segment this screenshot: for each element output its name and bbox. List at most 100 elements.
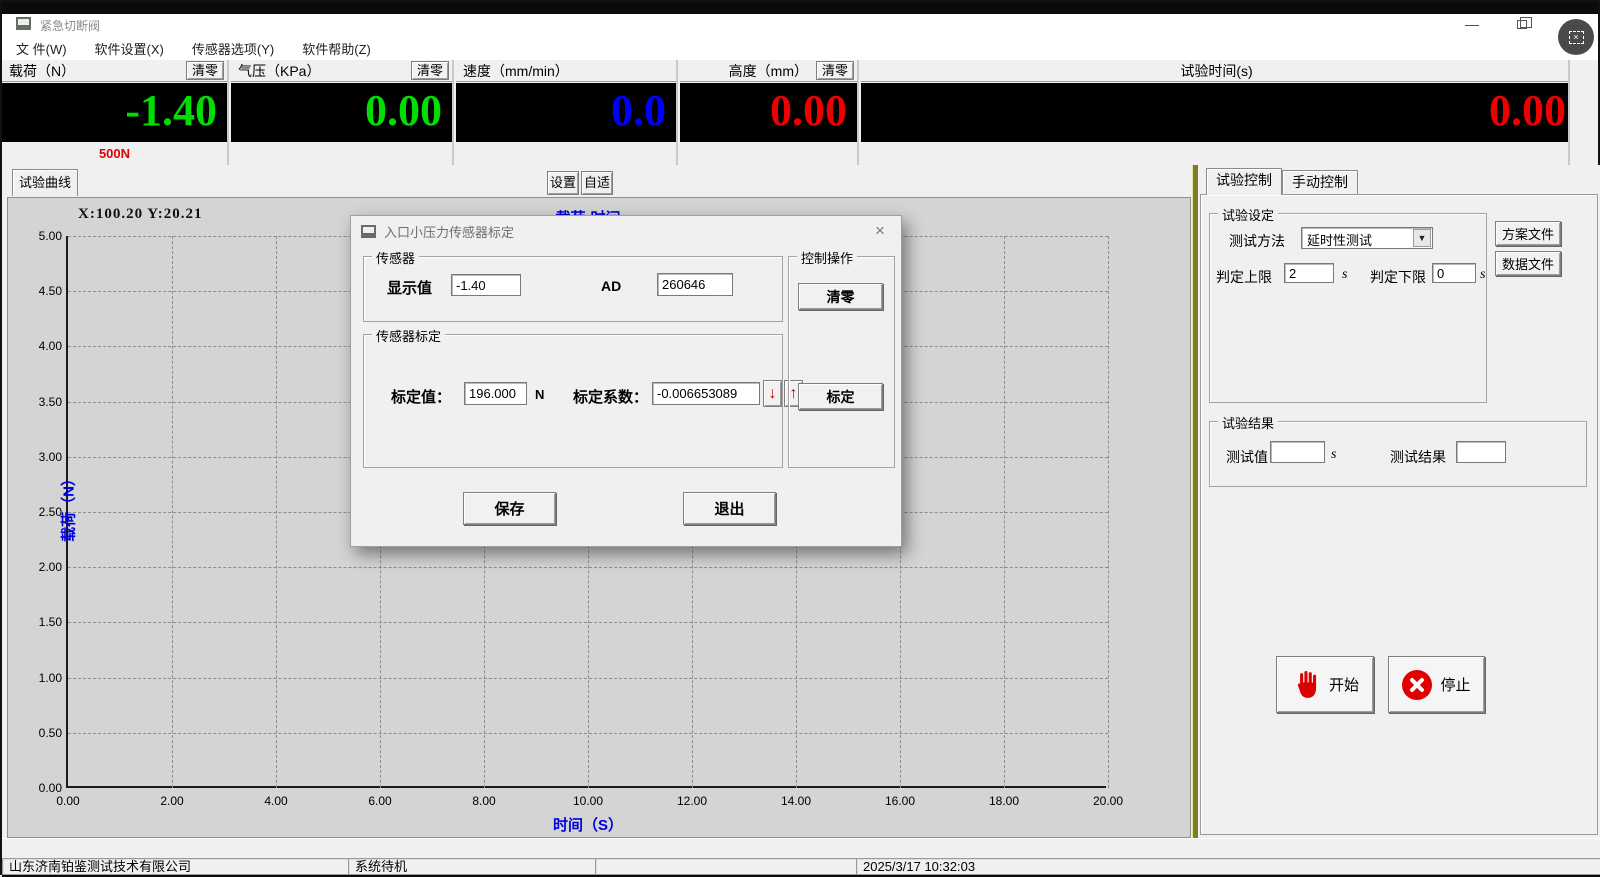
save-button[interactable]: 保存 bbox=[463, 492, 556, 525]
screen-capture-badge[interactable]: × bbox=[1558, 19, 1594, 55]
gauge-height-zero-button[interactable]: 清零 bbox=[816, 61, 854, 80]
y-tick-label: 5.00 bbox=[2, 229, 62, 243]
gauge-load-range: 500N bbox=[2, 143, 227, 165]
coef-decrease-button[interactable]: ↓ bbox=[763, 380, 782, 407]
cal-unit-label: N bbox=[535, 387, 544, 402]
cal-value-input[interactable] bbox=[464, 382, 527, 405]
plan-file-button[interactable]: 方案文件 bbox=[1495, 221, 1561, 246]
minimize-button[interactable]: — bbox=[1457, 15, 1487, 35]
gauge-speed-label: 速度（mm/min） bbox=[463, 61, 673, 81]
tab-test-control[interactable]: 试验控制 bbox=[1206, 168, 1282, 195]
gauge-speed-sub bbox=[456, 143, 676, 165]
gauge-pressure-sub bbox=[231, 143, 452, 165]
v-gridline bbox=[1108, 236, 1109, 788]
gauge-speed: 速度（mm/min） 0.0 bbox=[456, 60, 678, 165]
lower-limit-unit: s bbox=[1480, 267, 1485, 283]
gauge-pressure-value: 0.00 bbox=[231, 83, 452, 142]
y-tick-label: 2.50 bbox=[2, 505, 62, 519]
tab-test-curve[interactable]: 试验曲线 bbox=[12, 169, 78, 196]
test-result-input[interactable] bbox=[1456, 441, 1506, 463]
chart-autofit-button[interactable]: 自适 bbox=[581, 171, 613, 195]
dialog-titlebar: 入口小压力传感器标定 × bbox=[351, 216, 901, 246]
stop-button[interactable]: 停止 bbox=[1388, 656, 1485, 713]
gauge-pressure-zero-button[interactable]: 清零 bbox=[411, 61, 449, 80]
lower-limit-input[interactable] bbox=[1432, 263, 1476, 283]
window-title: 紧急切断阀 bbox=[40, 17, 100, 34]
group-test-settings-title: 试验设定 bbox=[1218, 205, 1278, 224]
upper-limit-unit: s bbox=[1342, 267, 1347, 283]
control-panel: 试验控制 手动控制 试验设定 测试方法 延时性测试 ▼ 方案文件 数据文件 判定… bbox=[1198, 165, 1600, 838]
start-button[interactable]: 开始 bbox=[1276, 656, 1374, 713]
gauge-height-value: 0.00 bbox=[680, 83, 857, 142]
cal-value-label: 标定值： bbox=[391, 386, 451, 407]
dialog-icon bbox=[361, 225, 376, 238]
app-icon bbox=[16, 17, 31, 30]
data-file-button[interactable]: 数据文件 bbox=[1495, 251, 1561, 276]
gauge-load-zero-button[interactable]: 清零 bbox=[186, 61, 224, 80]
curve-tabbar: 试验曲线 设置 自适 bbox=[2, 165, 1192, 197]
v-gridline bbox=[1004, 236, 1005, 788]
dialog-zero-button[interactable]: 清零 bbox=[798, 283, 883, 310]
coef-input[interactable] bbox=[652, 382, 760, 405]
menu-item-software-help[interactable]: 软件帮助(Z) bbox=[302, 39, 371, 58]
status-spare bbox=[595, 858, 856, 875]
y-tick-label: 4.50 bbox=[2, 284, 62, 298]
x-tick-label: 10.00 bbox=[558, 794, 618, 808]
display-value-input[interactable] bbox=[451, 274, 521, 296]
x-tick-label: 18.00 bbox=[974, 794, 1034, 808]
x-tick-label: 0.00 bbox=[38, 794, 98, 808]
test-value-input[interactable] bbox=[1270, 441, 1325, 463]
display-value-label: 显示值 bbox=[387, 277, 432, 298]
statusbar-gap bbox=[2, 838, 1600, 858]
status-company: 山东济南铂鉴测试技术有限公司 bbox=[2, 858, 348, 875]
gauge-strip: 载荷（N） 清零 -1.40 500N 气压（KPa） 清零 0.00 速度（m… bbox=[2, 60, 1600, 165]
restore-button[interactable] bbox=[1507, 15, 1537, 35]
group-sensor-calibration-title: 传感器标定 bbox=[372, 326, 445, 345]
stop-icon bbox=[1402, 670, 1432, 700]
test-control-tab-content: 试验设定 测试方法 延时性测试 ▼ 方案文件 数据文件 判定上限 s 判定下限 … bbox=[1200, 194, 1598, 835]
restore-icon bbox=[1517, 20, 1527, 29]
lower-limit-label: 判定下限 bbox=[1370, 267, 1426, 287]
x-tick-label: 12.00 bbox=[662, 794, 722, 808]
y-tick-label: 4.00 bbox=[2, 339, 62, 353]
x-tick-label: 6.00 bbox=[350, 794, 410, 808]
gauge-speed-value: 0.0 bbox=[456, 83, 676, 142]
ad-value-input[interactable] bbox=[657, 273, 733, 296]
dialog-close-button[interactable]: × bbox=[869, 221, 891, 241]
hand-icon bbox=[1291, 669, 1321, 701]
chart-settings-button[interactable]: 设置 bbox=[547, 171, 579, 195]
tab-manual-control[interactable]: 手动控制 bbox=[1282, 170, 1358, 195]
gauge-test-time-value: 0.00 bbox=[861, 83, 1568, 142]
y-tick-label: 1.00 bbox=[2, 671, 62, 685]
y-tick-label: 2.00 bbox=[2, 560, 62, 574]
chevron-down-icon[interactable]: ▼ bbox=[1413, 229, 1431, 247]
menu-item-software-settings[interactable]: 软件设置(X) bbox=[95, 39, 164, 58]
x-tick-label: 4.00 bbox=[246, 794, 306, 808]
menu-item-file[interactable]: 文 件(W) bbox=[16, 39, 67, 58]
group-sensor-title: 传感器 bbox=[372, 248, 419, 267]
test-method-select[interactable]: 延时性测试 ▼ bbox=[1301, 227, 1433, 249]
gauge-height: 高度（mm） 清零 0.00 bbox=[680, 60, 859, 165]
test-value-label: 测试值 bbox=[1226, 447, 1268, 467]
gauge-test-time: 试验时间(s) 0.00 bbox=[861, 60, 1570, 165]
window-titlebar: 紧急切断阀 — × bbox=[2, 14, 1598, 37]
upper-limit-input[interactable] bbox=[1284, 263, 1334, 283]
gauge-height-label: 高度（mm） bbox=[687, 61, 816, 81]
test-value-unit: s bbox=[1331, 447, 1336, 463]
test-result-label: 测试结果 bbox=[1390, 447, 1446, 467]
gauge-pressure: 气压（KPa） 清零 0.00 bbox=[231, 60, 454, 165]
y-tick-label: 1.50 bbox=[2, 615, 62, 629]
dialog-calibrate-button[interactable]: 标定 bbox=[798, 383, 883, 410]
x-tick-label: 2.00 bbox=[142, 794, 202, 808]
y-tick-label: 0.00 bbox=[2, 781, 62, 795]
gauge-height-sub bbox=[680, 143, 857, 165]
ad-label: AD bbox=[601, 278, 621, 294]
gauge-load: 载荷（N） 清零 -1.40 500N bbox=[2, 60, 229, 165]
window-top-edge bbox=[2, 2, 1598, 14]
menu-item-sensor-options[interactable]: 传感器选项(Y) bbox=[192, 39, 274, 58]
stop-button-label: 停止 bbox=[1440, 674, 1470, 695]
status-datetime: 2025/3/17 10:32:03 bbox=[856, 858, 1600, 875]
exit-button[interactable]: 退出 bbox=[683, 492, 776, 525]
v-gridline bbox=[276, 236, 277, 788]
capture-selection-icon: × bbox=[1569, 31, 1584, 44]
